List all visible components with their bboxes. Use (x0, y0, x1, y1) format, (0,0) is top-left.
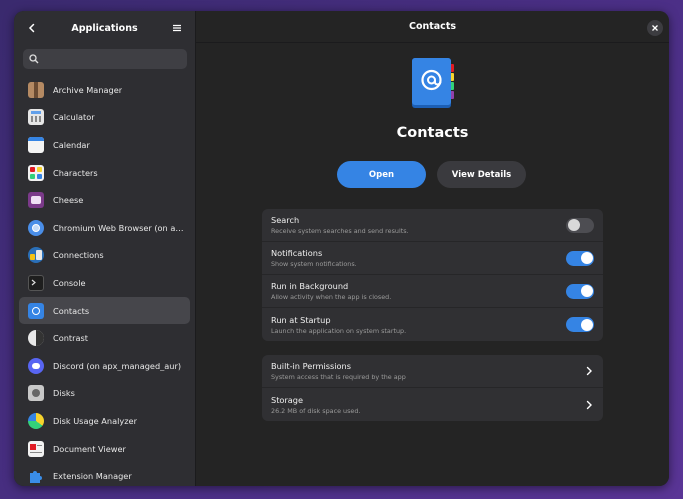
app-item-label: Connections (53, 250, 104, 261)
setting-subtitle: Receive system searches and send results… (271, 227, 409, 235)
list-item[interactable]: Calendar (19, 131, 190, 159)
setting-row-search[interactable]: Search Receive system searches and send … (262, 209, 603, 242)
list-item[interactable]: Document Viewer (19, 435, 190, 463)
link-subtitle: 26.2 MB of disk space used. (271, 406, 361, 415)
document-viewer-icon (28, 440, 44, 457)
close-button[interactable] (647, 20, 663, 36)
notifications-toggle[interactable] (566, 250, 594, 266)
app-item-label: Cheese (53, 195, 84, 206)
search-input[interactable] (44, 54, 174, 64)
search-icon (29, 54, 39, 64)
contacts-app-icon (412, 58, 454, 108)
chevron-right-icon (586, 400, 592, 409)
app-item-label: Discord (on apx_managed_aur) (53, 360, 182, 371)
setting-subtitle: Launch the application on system startup… (271, 326, 407, 335)
list-item[interactable]: Disks (19, 380, 190, 408)
run-at-startup-toggle[interactable] (566, 317, 594, 332)
run-in-background-toggle[interactable] (566, 283, 594, 299)
open-button[interactable]: Open (337, 161, 426, 188)
close-icon (652, 25, 658, 31)
link-title: Built-in Permissions (271, 361, 352, 371)
list-item[interactable]: Calculator (19, 104, 190, 132)
contacts-icon (28, 302, 44, 319)
search-bar[interactable] (23, 49, 187, 69)
search-toggle[interactable] (566, 217, 594, 233)
discord-icon (28, 357, 44, 374)
app-item-label: Chromium Web Browser (on apx_managed_aur… (53, 222, 185, 233)
app-item-label: Characters (53, 167, 98, 178)
builtin-permissions-row[interactable]: Built-in Permissions System access that … (262, 355, 603, 388)
calendar-icon (28, 136, 44, 153)
app-item-label: Calendar (53, 139, 90, 150)
hamburger-icon (173, 24, 181, 32)
setting-row-notifications[interactable]: Notifications Show system notifications. (262, 242, 603, 275)
links-card: Built-in Permissions System access that … (262, 355, 603, 421)
app-item-label: Disks (53, 388, 75, 399)
characters-icon (28, 164, 44, 181)
storage-row[interactable]: Storage 26.2 MB of disk space used. (262, 388, 603, 421)
chevron-right-icon (586, 366, 592, 376)
app-item-label: Archive Manager (53, 84, 123, 95)
list-item[interactable]: Archive Manager (19, 76, 190, 104)
list-item[interactable]: Extension Manager (19, 462, 190, 486)
app-item-label: Calculator (53, 112, 95, 123)
disks-icon (28, 385, 44, 402)
app-item-label: Contrast (53, 333, 88, 344)
chromium-icon (28, 219, 44, 236)
setting-subtitle: Show system notifications. (271, 260, 357, 268)
link-subtitle: System access that is required by the ap… (271, 373, 406, 381)
sidebar: Applications Archive Manager Calculator … (14, 11, 196, 486)
settings-card: Search Receive system searches and send … (262, 209, 603, 341)
main-header: Contacts (196, 11, 669, 43)
list-item[interactable]: Connections (19, 242, 190, 270)
setting-row-background[interactable]: Run in Background Allow activity when th… (262, 275, 603, 308)
setting-title: Notifications (271, 248, 323, 258)
list-item[interactable]: Disk Usage Analyzer (19, 407, 190, 435)
setting-title: Search (271, 215, 300, 225)
app-item-label: Console (53, 277, 86, 288)
console-icon (28, 274, 44, 291)
connections-icon (28, 247, 44, 264)
chevron-left-icon (28, 23, 35, 33)
app-item-label: Disk Usage Analyzer (53, 415, 137, 426)
contrast-icon (28, 330, 44, 347)
extension-icon (28, 468, 44, 484)
setting-row-startup[interactable]: Run at Startup Launch the application on… (262, 308, 603, 341)
sidebar-header: Applications (14, 11, 195, 45)
list-item[interactable]: Chromium Web Browser (on apx_managed_aur… (19, 214, 190, 242)
list-item[interactable]: Discord (on apx_managed_aur) (19, 352, 190, 380)
app-name-heading: Contacts (396, 125, 469, 141)
list-item[interactable]: Characters (19, 159, 190, 187)
setting-subtitle: Allow activity when the app is closed. (271, 293, 392, 301)
view-details-button[interactable]: View Details (437, 161, 526, 188)
page-title: Contacts (408, 21, 457, 32)
calculator-icon (28, 109, 44, 126)
sidebar-title: Applications (71, 22, 138, 34)
app-item-label: Contacts (53, 305, 90, 316)
setting-title: Run at Startup (271, 314, 331, 325)
list-item[interactable]: Cheese (19, 186, 190, 214)
app-list: Archive Manager Calculator Calendar Char… (19, 76, 190, 486)
disk-usage-icon (28, 412, 44, 429)
app-item-label: Extension Manager (53, 471, 132, 482)
list-item[interactable]: Contacts (19, 296, 190, 325)
list-item[interactable]: Console (19, 269, 190, 297)
setting-title: Run in Background (271, 281, 349, 291)
list-item[interactable]: Contrast (19, 324, 190, 352)
link-title: Storage (271, 394, 304, 405)
archive-icon (28, 81, 44, 98)
cheese-icon (28, 192, 44, 209)
app-window: Applications Archive Manager Calculator … (14, 11, 669, 486)
menu-button[interactable] (169, 20, 185, 36)
back-button[interactable] (24, 20, 40, 36)
main-panel: Contacts Contacts Open View Details Sear… (196, 11, 669, 486)
app-item-label: Document Viewer (53, 443, 126, 454)
